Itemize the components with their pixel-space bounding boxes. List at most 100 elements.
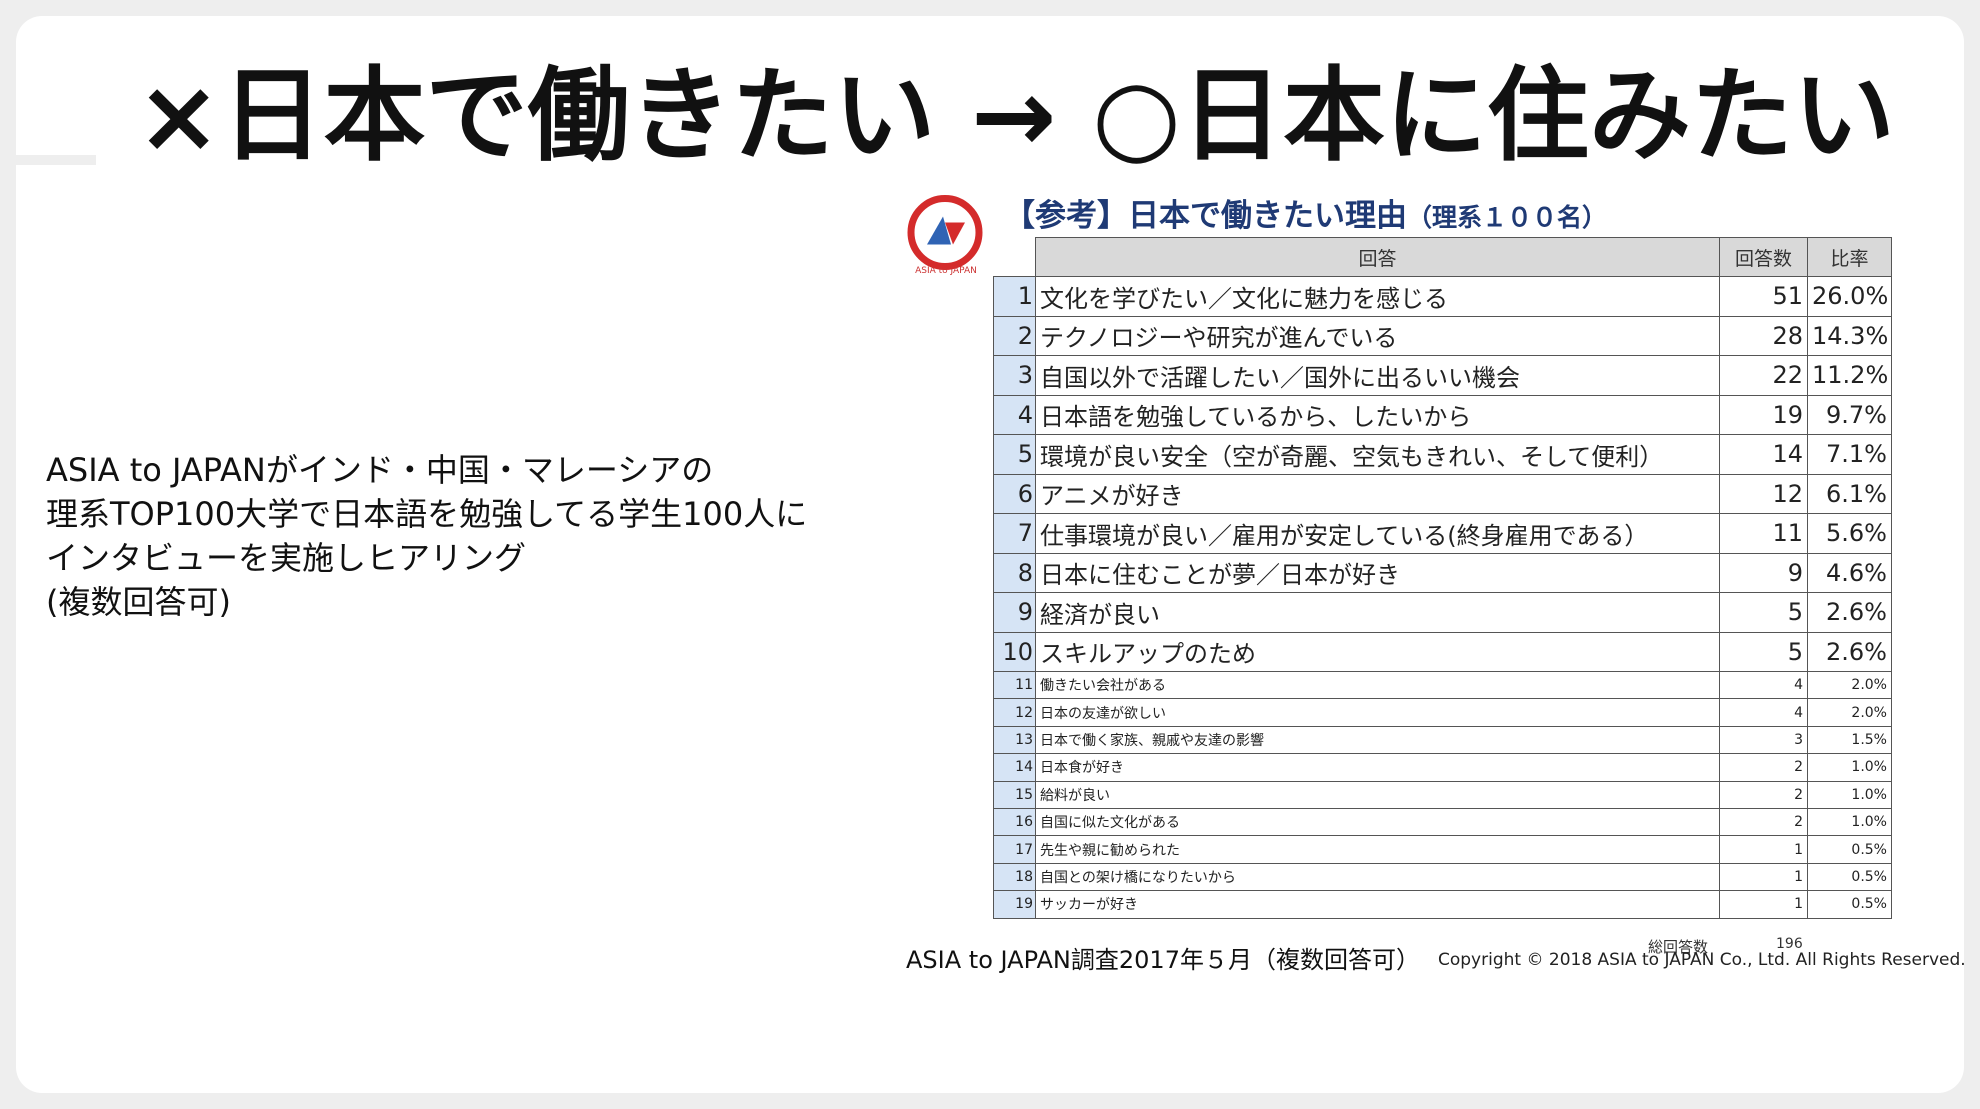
row-ratio: 11.2%: [1807, 355, 1892, 396]
row-rank: 1: [993, 276, 1036, 317]
row-ratio: 1.0%: [1807, 780, 1892, 809]
row-ratio: 1.0%: [1807, 807, 1892, 837]
row-rank: 17: [993, 835, 1036, 864]
row-count: 11: [1719, 513, 1808, 554]
table-row: 5 環境が良い安全（空が奇麗、空気もきれい、そして便利） 14 7.1%: [993, 434, 1892, 475]
row-answer: 環境が良い安全（空が奇麗、空気もきれい、そして便利）: [1035, 434, 1720, 475]
row-ratio: 2.6%: [1807, 631, 1892, 672]
row-count: 51: [1719, 276, 1808, 317]
table-row: 7 仕事環境が良い／雇用が安定している(終身雇用である） 11 5.6%: [993, 513, 1892, 554]
row-count: 1: [1719, 890, 1808, 919]
row-count: 1: [1719, 835, 1808, 864]
source-note: ASIA to JAPAN調査2017年５月（複数回答可）: [906, 946, 1420, 974]
table-row: 18 自国との架け橋になりたいから 1 0.5%: [993, 862, 1892, 892]
row-answer: 仕事環境が良い／雇用が安定している(終身雇用である）: [1035, 513, 1720, 554]
header-blank: [993, 237, 1036, 277]
row-answer: 日本で働く家族、親戚や友達の影響: [1035, 725, 1720, 755]
description-line: (複数回答可): [46, 583, 231, 621]
description-line: ASIA to JAPANがインド・中国・マレーシアの: [46, 451, 714, 489]
table-row: 4 日本語を勉強しているから、したいから 19 9.7%: [993, 394, 1892, 435]
row-ratio: 0.5%: [1807, 890, 1892, 919]
row-answer: 日本食が好き: [1035, 753, 1720, 782]
row-answer: 自国との架け橋になりたいから: [1035, 862, 1720, 892]
row-answer: 日本の友達が欲しい: [1035, 698, 1720, 727]
row-rank: 6: [993, 473, 1036, 514]
table-title: 【参考】日本で働きたい理由（理系１００名）: [1004, 190, 1607, 235]
row-count: 3: [1719, 725, 1808, 755]
row-rank: 19: [993, 890, 1036, 919]
row-answer: 自国以外で活躍したい／国外に出るいい機会: [1035, 355, 1720, 396]
table-row: 17 先生や親に勧められた 1 0.5%: [993, 835, 1892, 864]
row-ratio: 9.7%: [1807, 394, 1892, 435]
row-answer: スキルアップのため: [1035, 631, 1720, 672]
table-row: 10 スキルアップのため 5 2.6%: [993, 631, 1892, 672]
table-row: 13 日本で働く家族、親戚や友達の影響 3 1.5%: [993, 725, 1892, 755]
row-ratio: 1.0%: [1807, 753, 1892, 782]
survey-table: 回答 回答数 比率 1 文化を学びたい／文化に魅力を感じる 51 26.0% 2 テクノロ…: [993, 237, 1892, 919]
row-rank: 5: [993, 434, 1036, 475]
row-count: 14: [1719, 434, 1808, 475]
table-title-sub: （理系１００名）: [1407, 203, 1608, 232]
table-row: 3 自国以外で活躍したい／国外に出るいい機会 22 11.2%: [993, 355, 1892, 396]
row-ratio: 14.3%: [1807, 315, 1892, 356]
row-rank: 10: [993, 631, 1036, 672]
row-rank: 12: [993, 698, 1036, 727]
slide-title: ×日本で働きたい → ○日本に住みたい: [136, 57, 1895, 176]
row-ratio: 4.6%: [1807, 552, 1892, 593]
row-answer: 先生や親に勧められた: [1035, 835, 1720, 864]
row-count: 4: [1719, 698, 1808, 727]
row-count: 5: [1719, 631, 1808, 672]
description: ASIA to JAPANがインド・中国・マレーシアの 理系TOP100大学で日…: [46, 448, 906, 624]
table-row: 2 テクノロジーや研究が進んでいる 28 14.3%: [993, 315, 1892, 356]
row-ratio: 1.5%: [1807, 725, 1892, 755]
row-count: 2: [1719, 780, 1808, 809]
row-rank: 4: [993, 394, 1036, 435]
row-ratio: 2.0%: [1807, 698, 1892, 727]
row-count: 2: [1719, 807, 1808, 837]
row-rank: 9: [993, 592, 1036, 633]
row-rank: 18: [993, 862, 1036, 892]
row-rank: 7: [993, 513, 1036, 554]
row-ratio: 5.6%: [1807, 513, 1892, 554]
row-answer: 文化を学びたい／文化に魅力を感じる: [1035, 276, 1720, 317]
row-rank: 11: [993, 670, 1036, 700]
row-count: 22: [1719, 355, 1808, 396]
table-row: 1 文化を学びたい／文化に魅力を感じる 51 26.0%: [993, 276, 1892, 317]
row-ratio: 26.0%: [1807, 276, 1892, 317]
header-answer: 回答: [1035, 237, 1720, 277]
table-row: 19 サッカーが好き 1 0.5%: [993, 890, 1892, 919]
row-answer: 日本に住むことが夢／日本が好き: [1035, 552, 1720, 593]
row-rank: 15: [993, 780, 1036, 809]
row-rank: 3: [993, 355, 1036, 396]
row-count: 12: [1719, 473, 1808, 514]
copyright: Copyright © 2018 ASIA to JAPAN Co., Ltd.…: [1438, 950, 1966, 970]
row-ratio: 6.1%: [1807, 473, 1892, 514]
row-count: 5: [1719, 592, 1808, 633]
row-rank: 16: [993, 807, 1036, 837]
table-row: 6 アニメが好き 12 6.1%: [993, 473, 1892, 514]
table-row: 11 働きたい会社がある 4 2.0%: [993, 670, 1892, 700]
row-count: 28: [1719, 315, 1808, 356]
row-answer: 働きたい会社がある: [1035, 670, 1720, 700]
row-ratio: 2.6%: [1807, 592, 1892, 633]
row-count: 1: [1719, 862, 1808, 892]
row-ratio: 2.0%: [1807, 670, 1892, 700]
row-answer: 日本語を勉強しているから、したいから: [1035, 394, 1720, 435]
row-ratio: 0.5%: [1807, 835, 1892, 864]
row-count: 19: [1719, 394, 1808, 435]
row-rank: 14: [993, 753, 1036, 782]
row-ratio: 0.5%: [1807, 862, 1892, 892]
table-row: 15 給料が良い 2 1.0%: [993, 780, 1892, 809]
row-answer: 給料が良い: [1035, 780, 1720, 809]
row-count: 9: [1719, 552, 1808, 593]
header-count: 回答数: [1719, 237, 1808, 277]
logo-text: ASIA to JAPAN: [915, 266, 977, 276]
table-row: 12 日本の友達が欲しい 4 2.0%: [993, 698, 1892, 727]
table-title-main: 【参考】日本で働きたい理由: [1004, 198, 1407, 234]
row-ratio: 7.1%: [1807, 434, 1892, 475]
row-rank: 2: [993, 315, 1036, 356]
row-count: 4: [1719, 670, 1808, 700]
row-rank: 13: [993, 725, 1036, 755]
decorative-line: [16, 155, 96, 165]
description-line: インタビューを実施しヒアリング: [46, 539, 527, 577]
